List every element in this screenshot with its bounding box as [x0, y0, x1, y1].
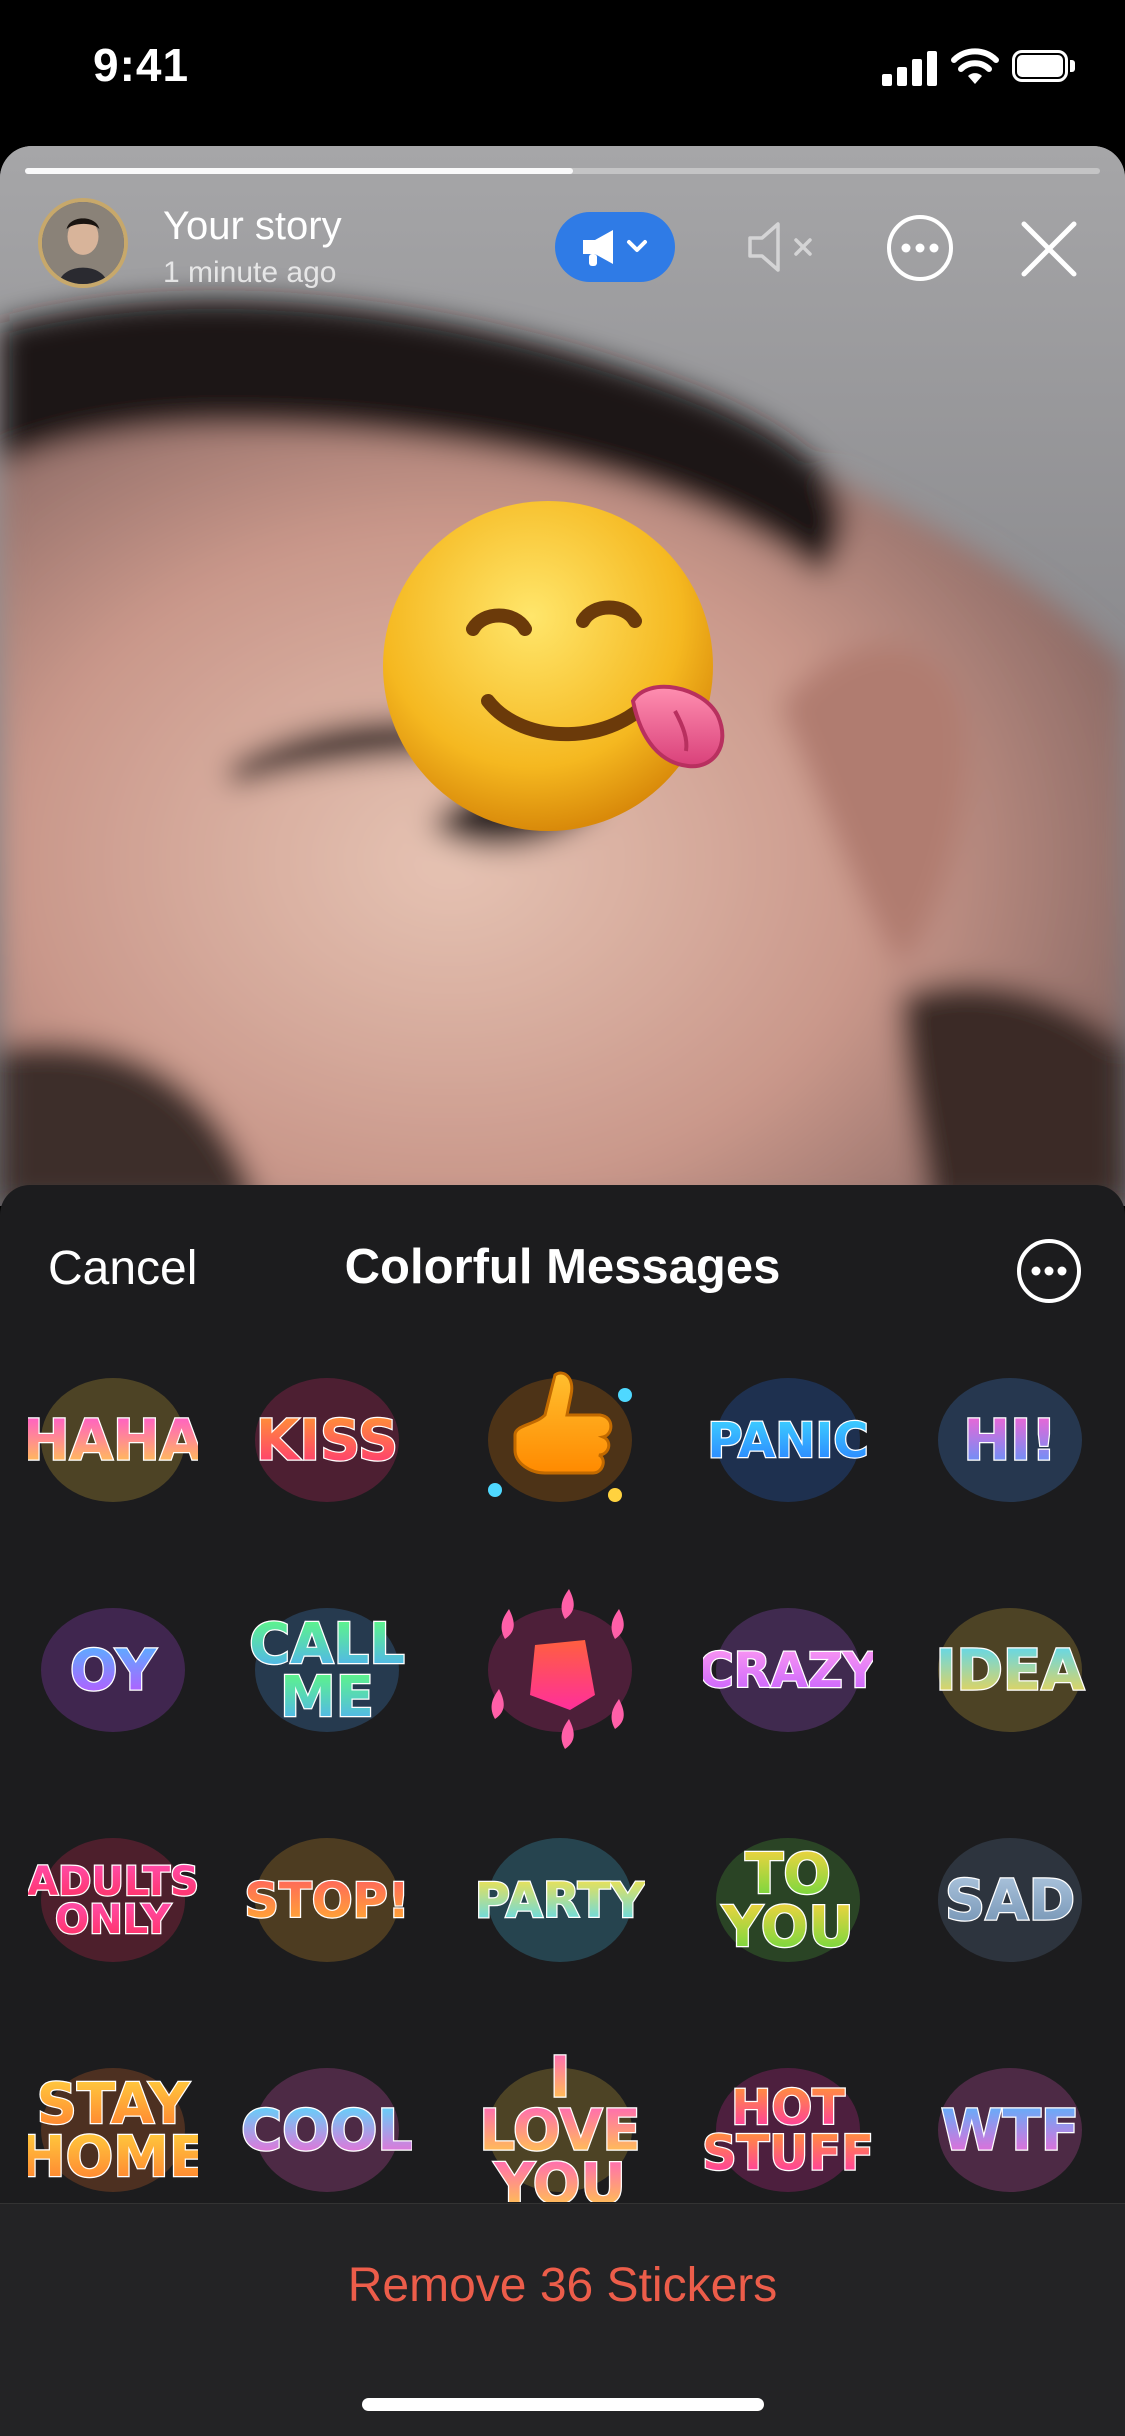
sticker-item[interactable]: SAD [925, 1815, 1095, 1985]
sticker-item[interactable]: STAYHOME [28, 2045, 198, 2202]
story-title: Your story [163, 204, 342, 249]
sticker-text: YOU [493, 2152, 626, 2202]
sticker-item[interactable]: WTF [925, 2045, 1095, 2202]
sticker-item[interactable]: IDEA [925, 1585, 1095, 1755]
sticker-item[interactable]: STOP! [242, 1815, 412, 1985]
sticker-item[interactable]: PANIC [703, 1355, 873, 1525]
wifi-icon [950, 46, 1000, 86]
sticker-text: STOP! [244, 1873, 409, 1929]
status-time: 9:41 [93, 38, 189, 92]
sticker-item[interactable] [475, 1585, 645, 1755]
sticker-text: CRAZY [703, 1643, 873, 1699]
story-progress-fill [25, 168, 573, 174]
sticker-text: COOL [242, 2099, 412, 2164]
sticker-item[interactable]: CALLME [242, 1585, 412, 1755]
speaker-muted-icon[interactable] [742, 216, 828, 278]
story-viewer[interactable]: Your story 1 minute ago [0, 146, 1125, 1206]
sticker-sheet: Cancel Colorful Messages HAHAKISSPANICHI… [0, 1185, 1125, 2436]
story-timestamp: 1 minute ago [163, 256, 336, 290]
sticker-item[interactable]: HI! [925, 1355, 1095, 1525]
avatar[interactable] [38, 198, 128, 288]
sticker-item[interactable]: PARTY [475, 1815, 645, 1985]
sticker-text: PARTY [475, 1873, 645, 1929]
chevron-down-icon [629, 242, 645, 250]
home-indicator [362, 2398, 764, 2411]
ellipsis-circle-icon[interactable] [1015, 1237, 1083, 1305]
remove-stickers-button[interactable]: Remove 36 Stickers [0, 2258, 1125, 2313]
sticker-text: WTF [941, 2099, 1079, 2164]
sheet-title: Colorful Messages [0, 1239, 1125, 1295]
sticker-text: HAHA [28, 1409, 198, 1474]
story-progress-bar [25, 168, 1100, 174]
sticker-text: OY [70, 1639, 158, 1704]
sticker-text: ONLY [55, 1897, 172, 1943]
sticker-item[interactable]: TOYOU [703, 1815, 873, 1985]
close-icon[interactable] [1016, 216, 1082, 282]
sticker-text: IDEA [936, 1639, 1086, 1704]
megaphone-icon [555, 212, 675, 282]
sticker-text: STUFF [703, 2126, 873, 2182]
sticker-text: PANIC [707, 1413, 868, 1469]
battery-icon [1012, 50, 1076, 84]
sticker-item[interactable]: OY [28, 1585, 198, 1755]
sticker-item[interactable]: CRAZY [703, 1585, 873, 1755]
sticker-item[interactable]: ADULTSONLY [28, 1815, 198, 1985]
sticker-text: HI! [963, 1409, 1056, 1474]
sticker-item[interactable]: COOL [242, 2045, 412, 2202]
cellular-signal-icon [882, 50, 938, 86]
sticker-item[interactable]: HAHA [28, 1355, 198, 1525]
sticker-text: HOME [28, 2125, 198, 2190]
sticker-text: KISS [256, 1409, 398, 1474]
sticker-item[interactable] [475, 1355, 645, 1525]
sticker-grid: HAHA KISS PANIC HI! OY CALLME CRAZY IDEA ADULTSO… [0, 1355, 1125, 2202]
sticker-text: ME [280, 1665, 374, 1730]
sticker-text: YOU [721, 1895, 854, 1960]
more-options-icon[interactable] [884, 212, 956, 284]
sticker-item[interactable]: KISS [242, 1355, 412, 1525]
announce-button[interactable] [555, 212, 675, 282]
emoji-sticker-face-savoring-food[interactable] [383, 501, 753, 841]
sticker-text: SAD [945, 1869, 1075, 1934]
sticker-item[interactable]: HOTSTUFF [703, 2045, 873, 2202]
sticker-item[interactable]: ILOVEYOU [475, 2045, 645, 2202]
status-bar: 9:41 [0, 0, 1125, 140]
